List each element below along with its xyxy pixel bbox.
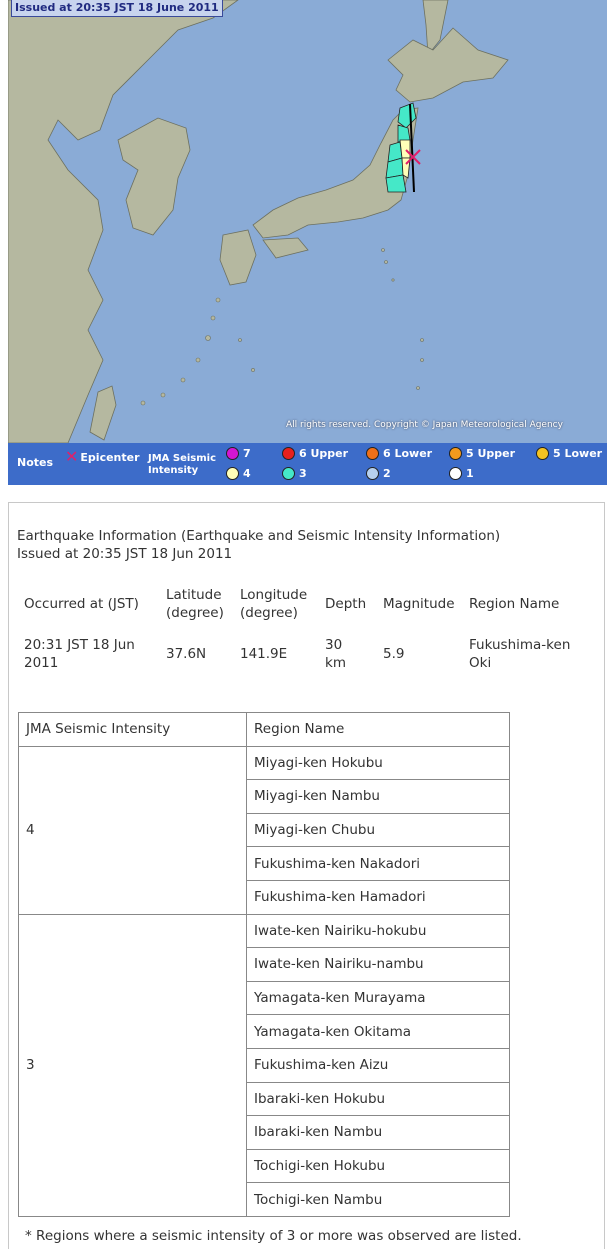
legend-epicenter-label: Epicenter [80, 450, 140, 464]
legend-item-6-lower: 6 Lower [366, 447, 432, 460]
table-row: 3 Iwate-ken Nairiku-hokubu [18, 913, 510, 1217]
intensity-table: JMA Seismic Intensity Region Name 4 Miya… [18, 712, 510, 1217]
legend-item-7: 7 [226, 447, 251, 460]
intensity-5-upper-dot-icon [449, 447, 462, 460]
legend-epicenter: ✕ Epicenter [65, 447, 140, 466]
header-occurred: Occurred at (JST) [24, 596, 139, 612]
intensity-4-dot-icon [226, 467, 239, 480]
map-issued-label: Issued at 20:35 JST 18 June 2011 [11, 0, 223, 17]
table-row: 4 Miyagi-ken Hokubu [18, 745, 510, 915]
intensity-6-lower-dot-icon [366, 447, 379, 460]
legend-item-6-upper: 6 Upper [282, 447, 348, 460]
region-cell: Fukushima-ken Nakadori [246, 846, 510, 881]
header-latitude: Latitude (degree) [166, 587, 224, 621]
japan-map-graphic [8, 0, 509, 443]
region-cell: Fukushima-ken Aizu [246, 1047, 510, 1083]
legend-notes-label: Notes [17, 456, 54, 469]
region-cell: Iwate-ken Nairiku-nambu [246, 947, 510, 982]
intensity-value: 3 [18, 913, 247, 1217]
intensity-2-dot-icon [366, 467, 379, 480]
region-cell: Miyagi-ken Chubu [246, 812, 510, 848]
header-region: Region Name [469, 596, 560, 612]
intensity-6-upper-dot-icon [282, 447, 295, 460]
footnote: * Regions where a seismic intensity of 3… [25, 1228, 522, 1244]
info-issued: Issued at 20:35 JST 18 Jun 2011 [17, 546, 233, 562]
map-copyright: All rights reserved. Copyright © Japan M… [286, 420, 563, 430]
legend-item-5-upper: 5 Upper [449, 447, 515, 460]
legend-jma-label: JMA Seismic Intensity [148, 453, 217, 476]
intensity-map: Issued at 20:35 JST 18 June 2011 All rig… [8, 0, 607, 443]
header-magnitude: Magnitude [383, 596, 455, 612]
header-longitude: Longitude (degree) [240, 587, 308, 621]
epicenter-icon: ✕ [65, 447, 79, 466]
intensity-value: 4 [18, 745, 247, 915]
region-cell: Fukushima-ken Hamadori [246, 879, 510, 915]
intensity-7-dot-icon [226, 447, 239, 460]
intensity-3-dot-icon [282, 467, 295, 480]
info-title: Earthquake Information (Earthquake and S… [17, 528, 501, 544]
intensity-5-lower-dot-icon [536, 447, 549, 460]
legend-item-4: 4 [226, 467, 251, 480]
value-depth: 30 km [325, 637, 346, 671]
legend-item-3: 3 [282, 467, 307, 480]
region-cell: Miyagi-ken Hokubu [246, 745, 510, 781]
header-jma-intensity: JMA Seismic Intensity [18, 712, 247, 747]
intensity-1-dot-icon [449, 467, 462, 480]
legend-item-1: 1 [449, 467, 474, 480]
header-region-name: Region Name [246, 712, 510, 747]
region-cell: Iwate-ken Nairiku-hokubu [246, 913, 510, 949]
region-cell: Yamagata-ken Okitama [246, 1014, 510, 1049]
region-cell: Ibaraki-ken Hokubu [246, 1081, 510, 1117]
value-occurred: 20:31 JST 18 Jun 2011 [24, 637, 135, 671]
table-header-row: JMA Seismic Intensity Region Name [18, 712, 510, 747]
region-cell: Ibaraki-ken Nambu [246, 1115, 510, 1150]
legend-item-2: 2 [366, 467, 391, 480]
region-cell: Yamagata-ken Murayama [246, 980, 510, 1016]
region-cell: Tochigi-ken Nambu [246, 1182, 510, 1217]
earthquake-info: Earthquake Information (Earthquake and S… [17, 527, 500, 563]
value-longitude: 141.9E [240, 646, 288, 662]
legend-item-5-lower: 5 Lower [536, 447, 602, 460]
header-depth: Depth [325, 596, 367, 612]
value-magnitude: 5.9 [383, 646, 405, 662]
value-region: Fukushima-ken Oki [469, 637, 571, 671]
map-legend: Notes ✕ Epicenter JMA Seismic Intensity … [8, 443, 607, 485]
value-latitude: 37.6N [166, 646, 207, 662]
region-cell: Miyagi-ken Nambu [246, 779, 510, 814]
region-cell: Tochigi-ken Hokubu [246, 1148, 510, 1184]
